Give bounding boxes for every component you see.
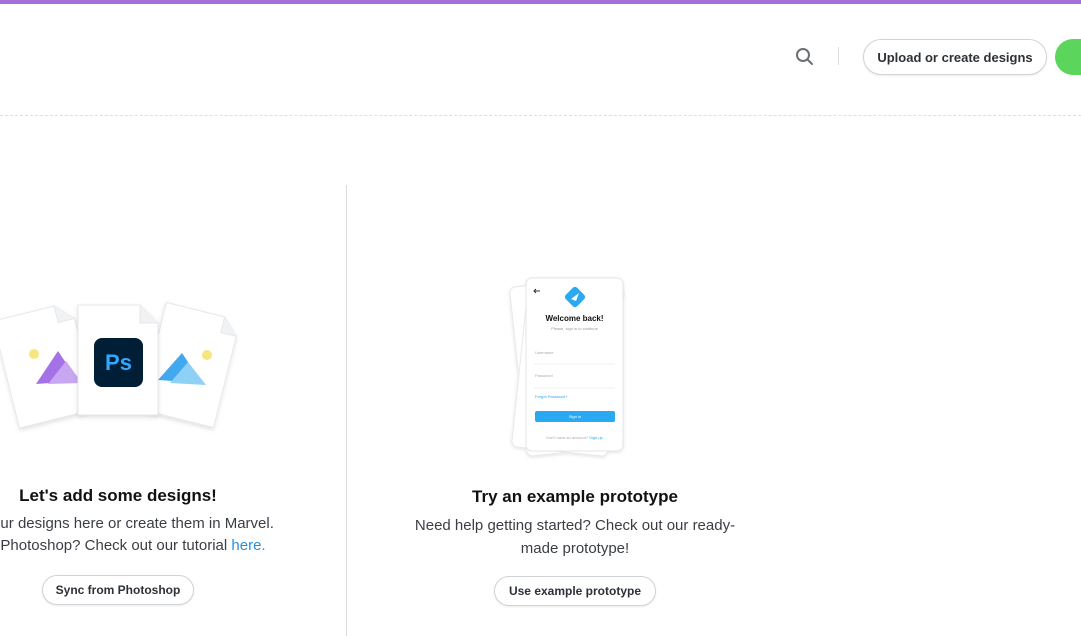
phone-forgot-link: Forgot Password?	[535, 394, 568, 399]
phone-signin-label: Sign in	[568, 414, 582, 419]
right-panel-title: Try an example prototype	[472, 487, 678, 506]
phone-username-label: Username	[535, 350, 554, 355]
search-icon	[796, 48, 813, 65]
left-panel-description: our designs here or create them in Marve…	[0, 513, 298, 557]
photoshop-logo: Ps	[94, 338, 143, 387]
left-panel-title: Let's add some designs!	[19, 486, 217, 505]
tutorial-link[interactable]: here.	[231, 537, 265, 554]
header-divider	[0, 115, 1081, 116]
left-desc-line2-text: Photoshop? Check out our tutorial	[0, 537, 232, 554]
column-divider	[346, 185, 347, 636]
phone-footer: Don't have an account? Sign up	[526, 435, 623, 440]
upload-or-create-designs-button[interactable]: Upload or create designs	[863, 39, 1047, 75]
right-desc-line1: Need help getting started? Check out our…	[414, 517, 736, 534]
left-desc-line1: our designs here or create them in Marve…	[0, 515, 274, 532]
use-example-prototype-button[interactable]: Use example prototype	[494, 576, 656, 606]
phone-subheading: Please, sign in to continue	[551, 326, 598, 331]
prototype-illustration: Welcome back! Please, sign in to continu…	[500, 268, 650, 468]
sync-from-photoshop-button[interactable]: Sync from Photoshop	[42, 575, 194, 605]
left-desc-line2: Photoshop? Check out our tutorial here.	[0, 535, 298, 557]
phone-footer-link: Sign up	[589, 435, 603, 440]
svg-text:Ps: Ps	[105, 350, 132, 375]
designs-illustration: Ps	[0, 295, 240, 435]
phone-password-label: Password	[535, 373, 553, 378]
phone-heading: Welcome back!	[545, 314, 604, 323]
right-panel-description: Need help getting started? Check out our…	[400, 514, 750, 560]
phone-footer-prefix: Don't have an account?	[546, 435, 589, 440]
right-desc-line2: made prototype!	[520, 540, 630, 557]
header-separator	[838, 47, 839, 65]
search-button[interactable]	[792, 44, 816, 68]
